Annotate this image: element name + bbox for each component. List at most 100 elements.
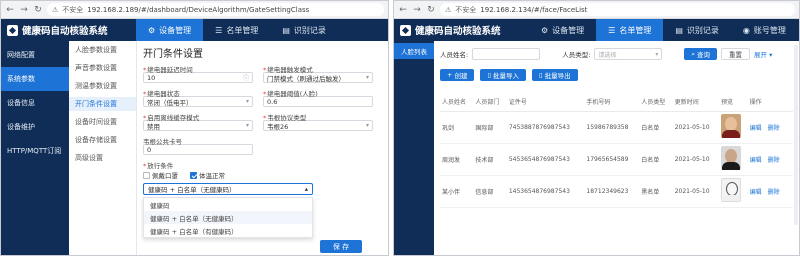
edit-link[interactable]: 编辑 <box>750 157 762 164</box>
info-icon: ⓘ <box>242 75 249 82</box>
cell-dept: 国际部 <box>473 111 507 144</box>
cell-actions: 编辑 删除 <box>747 175 793 208</box>
temperature-checkbox[interactable]: 体温正常 <box>190 170 225 180</box>
mask-checkbox[interactable]: 佩戴口罩 <box>143 170 178 180</box>
nav-list-management[interactable]: ☰ 名单管理 <box>203 19 270 41</box>
action-row: + 创建 ▯ 批量导入 ▯ 批量导出 <box>440 69 793 81</box>
subnav-temperature[interactable]: 测温参数设置 <box>69 79 136 93</box>
cell-id: 5453654876987543 <box>506 143 585 176</box>
cell-date: 2021-05-10 <box>672 111 720 144</box>
app-header: 健康码自动核验系统 ⚙ 设备管理 ☰ 名单管理 ▤ 识别记录 ◉ 账号管理 <box>394 19 799 41</box>
subnav-face[interactable]: 人脸参数设置 <box>69 43 136 57</box>
warning-icon: ⚠ <box>445 5 452 14</box>
edit-link[interactable]: 编辑 <box>750 125 762 132</box>
sidebar: 人脸列表 <box>394 41 434 255</box>
app-title: 健康码自动核验系统 <box>415 26 501 37</box>
save-button[interactable]: 保 存 <box>320 240 362 253</box>
sidebar-item-http-mqtt[interactable]: HTTP/MQTT订阅 <box>1 139 69 163</box>
cell-phone: 17965654589 <box>584 143 640 176</box>
type-select[interactable]: 请选择 ▾ <box>594 48 663 60</box>
sidebar: 网络配置 系统参数 设备信息 设备维护 HTTP/MQTT订阅 <box>1 41 69 255</box>
file-icon: ▯ <box>539 71 543 79</box>
app-title: 健康码自动核验系统 <box>22 26 108 37</box>
col-name: 人员姓名 <box>440 93 474 112</box>
nav-device-management[interactable]: ⚙ 设备管理 <box>529 19 596 41</box>
user-icon: ◉ <box>742 25 750 35</box>
right-screenshot: ← → ↻ ⚠ 不安全 192.168.2.134/#/face/FaceLis… <box>393 0 800 256</box>
edit-link[interactable]: 编辑 <box>750 189 762 196</box>
pass-condition-select[interactable]: 健康码 + 白名单（无健康码） ▴ <box>143 183 313 195</box>
dropdown-option[interactable]: 健康码 <box>144 198 312 211</box>
search-label: 查询 <box>697 51 711 59</box>
temperature-label: 体温正常 <box>199 172 225 180</box>
cell-name: 某小伴 <box>440 175 474 208</box>
cell-name: 巩剑 <box>440 111 474 144</box>
back-icon[interactable]: ← <box>5 5 15 15</box>
face-thumbnail[interactable] <box>721 178 742 202</box>
wiegand-type-select[interactable]: 韦根26 ▾ <box>263 120 373 131</box>
sidebar-item-device-info[interactable]: 设备信息 <box>1 91 69 115</box>
face-thumbnail[interactable] <box>721 146 742 170</box>
nav-device-management[interactable]: ⚙ 设备管理 <box>136 19 204 41</box>
name-input[interactable] <box>472 48 541 60</box>
cell-preview <box>719 143 748 176</box>
reset-button[interactable]: 重置 <box>721 48 751 60</box>
forward-icon[interactable]: → <box>19 5 29 15</box>
delete-link[interactable]: 删除 <box>768 125 780 132</box>
nav-account-management[interactable]: ◉ 账号管理 <box>731 19 798 41</box>
wiegand-type-label: *韦根协议类型 <box>263 114 307 122</box>
delete-link[interactable]: 删除 <box>768 157 780 164</box>
back-icon[interactable]: ← <box>398 5 408 15</box>
cell-id: 7453887876987543 <box>506 111 585 144</box>
relay-mode-label: *继电器触发模式 <box>263 66 313 74</box>
cell-id: 1453654876987543 <box>506 175 585 208</box>
relay-mode-select[interactable]: 门禁模式（刷通过后触发） ▾ <box>263 72 373 83</box>
cell-name: 周润发 <box>440 143 474 176</box>
search-button[interactable]: ⌕ 查询 <box>684 48 718 60</box>
sidebar-item-maintenance[interactable]: 设备维护 <box>1 115 69 139</box>
relay-threshold-label: *继电器阈值(人脸) <box>263 90 318 98</box>
subnav-time[interactable]: 设备时间设置 <box>69 115 136 129</box>
cache-mode-label: *启用离线缓存模式 <box>143 114 200 122</box>
sidebar-item-system[interactable]: 系统参数 <box>1 67 69 91</box>
checkbox-icon <box>143 171 150 179</box>
expand-link[interactable]: 展开 ▾ <box>754 49 772 59</box>
chevron-up-icon: ▴ <box>304 185 308 193</box>
col-actions: 操作 <box>747 93 793 112</box>
nav-records[interactable]: ▤ 识别记录 <box>663 19 731 41</box>
sidebar-item-network[interactable]: 网络配置 <box>1 43 69 67</box>
reload-icon[interactable]: ↻ <box>426 5 436 15</box>
reload-icon[interactable]: ↻ <box>33 5 43 15</box>
export-button[interactable]: ▯ 批量导出 <box>532 69 578 81</box>
delete-link[interactable]: 删除 <box>768 189 780 196</box>
sidebar-item-face-list[interactable]: 人脸列表 <box>394 43 434 59</box>
chevron-down-icon: ▾ <box>245 122 249 129</box>
dropdown-option[interactable]: 健康码 + 白名单（有健康码） <box>144 224 312 237</box>
create-label: 创建 <box>454 72 468 80</box>
relay-state-select[interactable]: 常闭（低电平） ▾ <box>143 96 253 107</box>
nav-label: 识别记录 <box>293 25 326 35</box>
subnav-storage[interactable]: 设备存储设置 <box>69 133 136 147</box>
subnav-sound[interactable]: 声音参数设置 <box>69 61 136 75</box>
name-label: 人员姓名: <box>440 51 469 59</box>
scrollbar[interactable] <box>794 45 798 225</box>
col-date: 更新时间 <box>672 93 720 112</box>
security-label: 不安全 <box>62 5 84 14</box>
subnav-advanced[interactable]: 高级设置 <box>69 151 136 165</box>
address-bar[interactable]: ⚠ 不安全 192.168.2.134/#/face/FaceList <box>440 3 795 16</box>
import-label: 批量导入 <box>493 72 520 80</box>
page-title: 开门条件设置 <box>143 49 203 60</box>
nav-list-management[interactable]: ☰ 名单管理 <box>596 19 664 41</box>
import-button[interactable]: ▯ 批量导入 <box>480 69 527 81</box>
address-bar[interactable]: ⚠ 不安全 192.168.2.189/#/dashboard/DeviceAl… <box>47 3 384 16</box>
gear-icon: ⚙ <box>541 25 549 35</box>
forward-icon[interactable]: → <box>412 5 422 15</box>
face-thumbnail[interactable] <box>721 114 742 138</box>
nav-records[interactable]: ▤ 识别记录 <box>270 19 338 41</box>
create-button[interactable]: + 创建 <box>440 69 475 81</box>
dropdown-option[interactable]: 健康码 + 白名单（无健康码） <box>144 211 312 224</box>
subnav-door[interactable]: 开门条件设置 <box>69 97 136 111</box>
nav-label: 设备管理 <box>159 25 192 35</box>
col-preview: 预览 <box>719 93 748 112</box>
chevron-down-icon: ▾ <box>365 74 369 81</box>
